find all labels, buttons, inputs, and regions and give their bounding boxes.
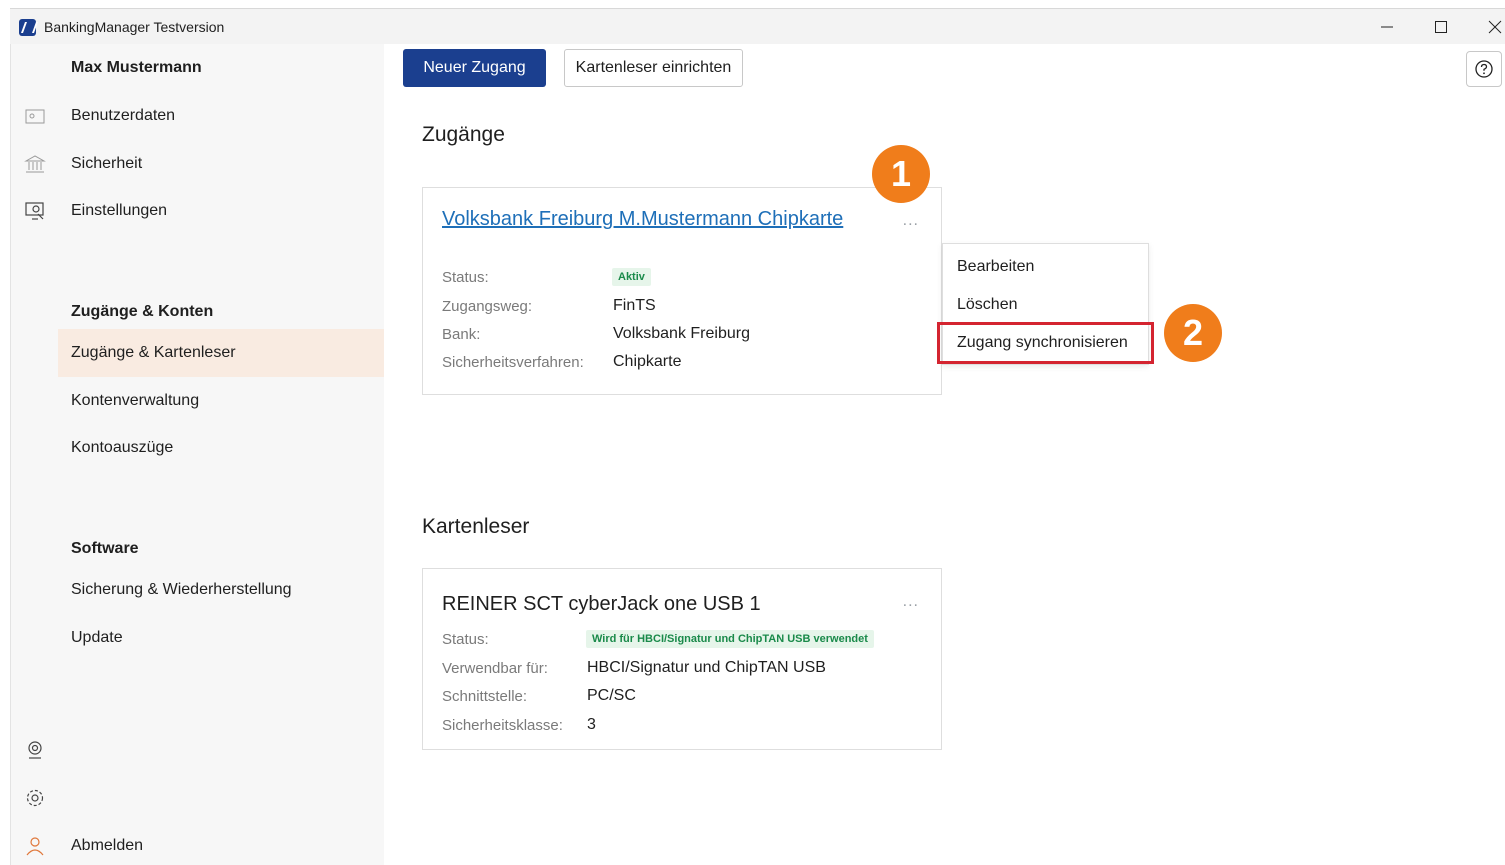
reader-section-title: Kartenleser	[422, 515, 530, 538]
interface-label: Schnittstelle:	[442, 688, 528, 705]
maximize-icon[interactable]	[1418, 9, 1464, 45]
title-bar: BankingManager Testversion	[10, 8, 1505, 44]
logout-link[interactable]: Abmelden	[71, 837, 143, 855]
reader-card: REINER SCT cyberJack one USB 1 ... Statu…	[422, 568, 942, 750]
settings-screen-icon[interactable]	[24, 200, 46, 222]
status-badge: Aktiv	[612, 268, 651, 286]
sidebar-item-zugaenge-kartenleser[interactable]: Zugänge & Kartenleser	[71, 344, 236, 362]
user-icon[interactable]	[24, 835, 46, 857]
app-logo-icon	[19, 19, 36, 36]
usable-for-value: HBCI/Signatur und ChipTAN USB	[587, 659, 826, 676]
section-heading-accounts: Zugänge & Konten	[71, 303, 214, 320]
sidebar-item-sicherung[interactable]: Sicherung & Wiederherstellung	[71, 581, 292, 599]
minimize-icon[interactable]	[1364, 9, 1410, 45]
menu-item-edit[interactable]: Bearbeiten	[957, 258, 1034, 276]
support-icon[interactable]	[24, 739, 46, 761]
sidebar: Max Mustermann Benutzerdaten Sicherheit …	[58, 44, 384, 865]
access-card-title-link[interactable]: Volksbank Freiburg M.Mustermann Chipkart…	[442, 208, 843, 230]
security-method-value: Chipkarte	[613, 353, 682, 370]
access-method-label: Zugangsweg:	[442, 298, 533, 315]
sidebar-item-einstellungen[interactable]: Einstellungen	[71, 202, 167, 220]
access-card: Volksbank Freiburg M.Mustermann Chipkart…	[422, 187, 942, 395]
app-window: BankingManager Testversion Max Musterman…	[0, 0, 1505, 865]
sidebar-item-kontoauszuege[interactable]: Kontoauszüge	[71, 439, 173, 457]
sidebar-item-update[interactable]: Update	[71, 629, 123, 647]
close-icon[interactable]	[1472, 9, 1505, 45]
reader-more-options-icon[interactable]: ...	[903, 593, 919, 611]
access-method-value: FinTS	[613, 297, 656, 314]
sync-highlight-box	[937, 322, 1154, 364]
gear-icon[interactable]	[24, 787, 46, 809]
more-options-icon[interactable]: ...	[903, 212, 919, 230]
sidebar-item-sicherheit[interactable]: Sicherheit	[71, 155, 142, 173]
reader-card-title: REINER SCT cyberJack one USB 1	[442, 593, 761, 615]
security-class-label: Sicherheitsklasse:	[442, 717, 563, 734]
usable-for-label: Verwendbar für:	[442, 660, 548, 677]
step-marker-2: 2	[1164, 304, 1222, 362]
reader-status-label: Status:	[442, 631, 489, 648]
icon-rail	[10, 44, 58, 865]
access-section-title: Zugänge	[422, 123, 505, 146]
window-title: BankingManager Testversion	[44, 19, 225, 35]
bank-value: Volksbank Freiburg	[613, 325, 750, 342]
interface-value: PC/SC	[587, 687, 636, 704]
bank-label: Bank:	[442, 326, 481, 343]
id-card-icon[interactable]	[24, 105, 46, 127]
sidebar-item-benutzerdaten[interactable]: Benutzerdaten	[71, 107, 175, 125]
step-marker-1: 1	[872, 145, 930, 203]
security-class-value: 3	[587, 716, 596, 733]
sidebar-item-kontenverwaltung[interactable]: Kontenverwaltung	[71, 392, 199, 410]
section-heading-software: Software	[71, 540, 139, 557]
setup-card-reader-button[interactable]: Kartenleser einrichten	[564, 49, 743, 87]
reader-status-badge: Wird für HBCI/Signatur und ChipTAN USB v…	[586, 630, 874, 648]
status-label: Status:	[442, 269, 489, 286]
user-name: Max Mustermann	[71, 59, 202, 76]
help-icon[interactable]	[1466, 51, 1502, 87]
security-method-label: Sicherheitsverfahren:	[442, 354, 584, 371]
menu-item-delete[interactable]: Löschen	[957, 296, 1018, 314]
bank-icon[interactable]	[24, 153, 46, 175]
new-access-button[interactable]: Neuer Zugang	[403, 49, 546, 87]
